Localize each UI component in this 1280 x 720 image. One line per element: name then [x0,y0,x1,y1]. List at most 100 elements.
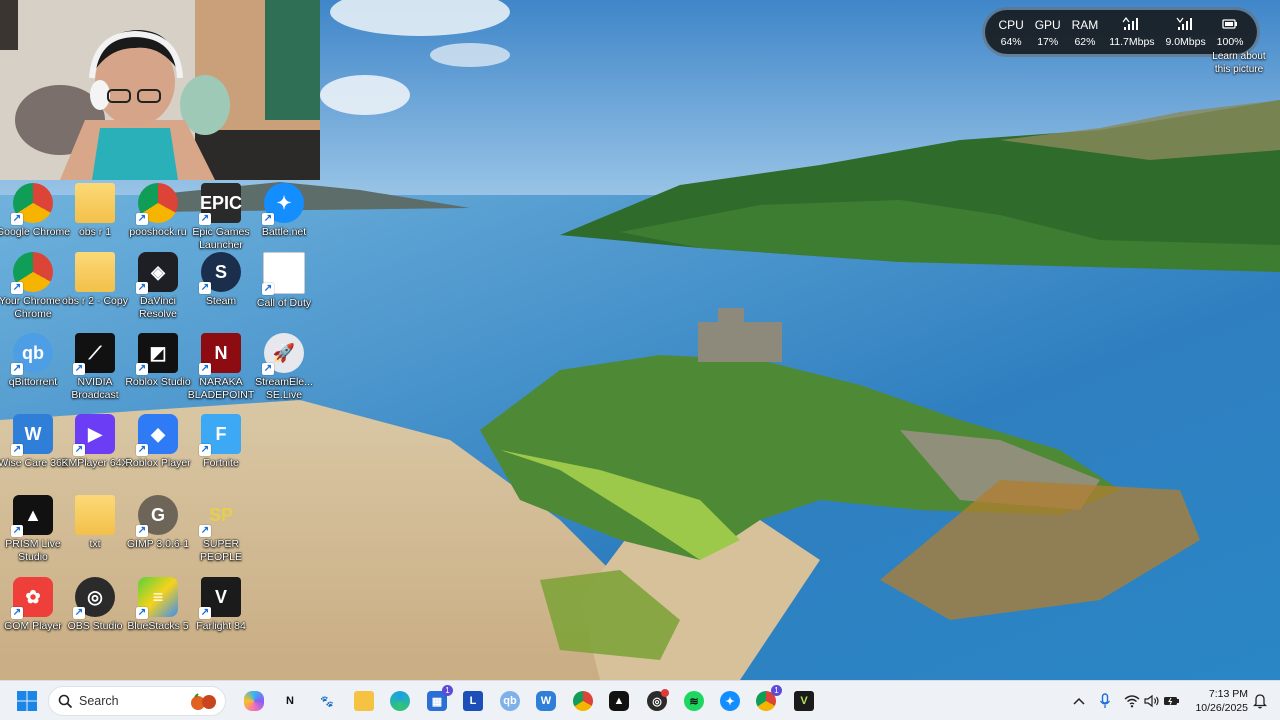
wifi-button[interactable] [1122,691,1142,711]
shortcut-arrow-icon: ↗ [199,282,211,294]
gimp-icon: G ↗ [136,495,178,537]
shortcut-arrow-icon: ↗ [199,213,211,225]
taskbar-app-chrome-profile[interactable]: 1 [752,685,782,715]
gpu-meter: GPU 17% [1035,17,1061,48]
desktop-icon-davinci[interactable]: ◈ ↗ DaVinci Resolve [125,250,191,328]
shortcut-arrow-icon: ↗ [136,363,148,375]
gimp-icon: 🐾 [320,695,334,708]
search-icon [58,694,73,709]
notifications-button[interactable] [1250,691,1270,711]
taskbar-app-qbittorrent[interactable]: qb [496,687,524,715]
desktop-icon-naraka[interactable]: N ↗ NARAKA BLADEPOINT [188,331,254,409]
learn-about-picture-link[interactable]: Learn about this picture [1204,50,1274,76]
taskbar-app-edge[interactable] [386,687,414,715]
desktop-icon-folder[interactable]: txt [62,493,128,571]
desktop-icon-roblox-studio[interactable]: ◩ ↗ Roblox Studio [125,331,191,409]
desktop-icon-fortnite[interactable]: F ↗ Fortnite [188,412,254,490]
bell-icon [1253,694,1267,709]
shortcut-arrow-icon: ↗ [11,444,23,456]
taskbar-app-farlight[interactable]: V [790,687,818,715]
desktop-icon-chrome[interactable]: ↗ pooshock.ru [125,181,191,259]
shortcut-arrow-icon: ↗ [11,282,23,294]
superpeople-icon: SP ↗ [199,504,233,537]
taskbar-app-lexicon[interactable]: L [459,687,487,715]
taskbar-search-box[interactable]: Search [48,686,226,716]
desktop-icon-steam[interactable]: S ↗ Steam [188,250,254,328]
taskbar-app-copilot[interactable] [240,687,268,715]
streamelements-icon: 🚀 ↗ [262,333,304,375]
obs-icon: ◎ ↗ [73,577,115,619]
taskbar-app-file-explorer[interactable] [350,687,378,715]
desktop-icon-label: Call of Duty [256,297,312,309]
notification-badge: 1 [442,685,453,696]
chrome-icon [573,691,593,711]
ram-label: RAM [1071,17,1099,32]
battery-meter: 100% [1217,17,1244,48]
desktop-icon-farlight[interactable]: V ↗ Farlight 84 [188,575,254,653]
taskbar-app-spotify[interactable]: ≋ [680,687,708,715]
desktop-icon-chrome-profile[interactable]: ↗ Your Chrome - Chrome [0,250,67,328]
copilot-icon [244,691,264,711]
steam-icon: S ↗ [199,252,241,294]
start-icon [17,691,37,711]
taskbar-app-notion[interactable]: N [276,687,304,715]
performance-widget[interactable]: CPU 64% GPU 17% RAM 62% 11.7Mbps 9.0Mbps… [985,10,1257,54]
desktop-icon-wisecare[interactable]: W ↗ Wise Care 365 [0,412,68,490]
fortnite-icon: F ↗ [199,414,241,456]
desktop-icon-superpeople[interactable]: SP ↗ SUPER PEOPLE [188,493,254,571]
system-clock[interactable]: 7:13 PM 10/26/2025 [1186,687,1248,715]
desktop-icon-folder[interactable]: obs r 1 [62,181,128,259]
desktop-icon-folder[interactable]: obs r 2 - Copy [62,250,128,328]
farlight-icon: V [794,691,814,711]
shortcut-arrow-icon: ↗ [136,213,148,225]
start-button[interactable] [13,687,41,715]
battery-tray-button[interactable] [1162,691,1182,711]
chrome-profile-icon: ↗ [11,252,53,294]
taskbar-app-store[interactable]: ▦ 1 [423,685,453,715]
desktop-icon-label: StreamEle... SE.Live [255,376,313,401]
folder-icon [75,495,115,535]
show-hidden-icons-button[interactable] [1069,691,1089,711]
taskbar: Search N 🐾 ▦ 1 Lqb W ▲ ◎ ≋ ✦ 1 V 7:13 PM 10/26/2025 [0,680,1280,720]
file-icon: ↗ [262,252,305,295]
taskbar-app-battlenet[interactable]: ✦ [716,687,744,715]
shortcut-arrow-icon: ↗ [199,444,211,456]
volume-button[interactable] [1142,691,1162,711]
download-meter: 9.0Mbps [1165,17,1206,48]
gpu-label: GPU [1034,17,1061,32]
desktop-icon-roblox[interactable]: ◆ ↗ Roblox Player [125,412,191,490]
taskbar-app-obs[interactable]: ◎ [643,687,671,715]
desktop-icon-gomplayer[interactable]: ✿ ↗ GOM Player [0,575,66,653]
desktop-icon-kmplayer[interactable]: ▶ ↗ KMPlayer 64X [61,412,129,490]
desktop-icon-nvidia[interactable]: ⟋ ↗ NVIDIA Broadcast [62,331,128,409]
desktop-icon-epic-games[interactable]: EPIC ↗ Epic Games Launcher [188,181,254,259]
roblox-studio-icon: ◩ ↗ [136,333,178,375]
upload-meter: 11.7Mbps [1109,16,1155,48]
desktop-icon-streamelements[interactable]: 🚀 ↗ StreamEle... SE.Live [251,331,317,409]
battery-icon [1221,17,1239,33]
roblox-icon: ◆ ↗ [136,414,178,456]
desktop-icon-obs[interactable]: ◎ ↗ OBS Studio [62,575,128,653]
desktop-icon-prism[interactable]: ▲ ↗ PRISM Live Studio [0,493,66,571]
desktop-icon-battlenet[interactable]: ✦ ↗ Battle.net [251,181,317,259]
desktop-icon-file[interactable]: ↗ Call of Duty [251,250,317,328]
notification-badge: 1 [771,685,782,696]
chevron-up-icon [1073,697,1085,705]
cpu-value: 64% [1000,35,1022,48]
desktop-icon-gimp[interactable]: G ↗ GIMP 3.0.6-1 [125,493,191,571]
desktop-icon-chrome[interactable]: ↗ Google Chrome [0,181,70,259]
wisecare-icon: W [536,691,556,711]
desktop-icon-bluestacks[interactable]: ≡ ↗ BlueStacks 5 [125,575,191,653]
prism-icon: ▲ [609,691,629,711]
gpu-value: 17% [1037,35,1059,48]
taskbar-app-chrome[interactable] [569,687,597,715]
clock-time: 7:13 PM [1208,688,1248,700]
taskbar-app-gimp[interactable]: 🐾 [313,687,341,715]
microphone-icon [1099,693,1111,708]
davinci-icon: ◈ ↗ [136,252,178,294]
battlenet-icon: ✦ ↗ [262,183,304,225]
microphone-button[interactable] [1095,691,1115,711]
desktop-icon-label: SUPER PEOPLE [199,538,243,563]
taskbar-app-wisecare[interactable]: W [532,687,560,715]
taskbar-app-prism[interactable]: ▲ [605,687,633,715]
